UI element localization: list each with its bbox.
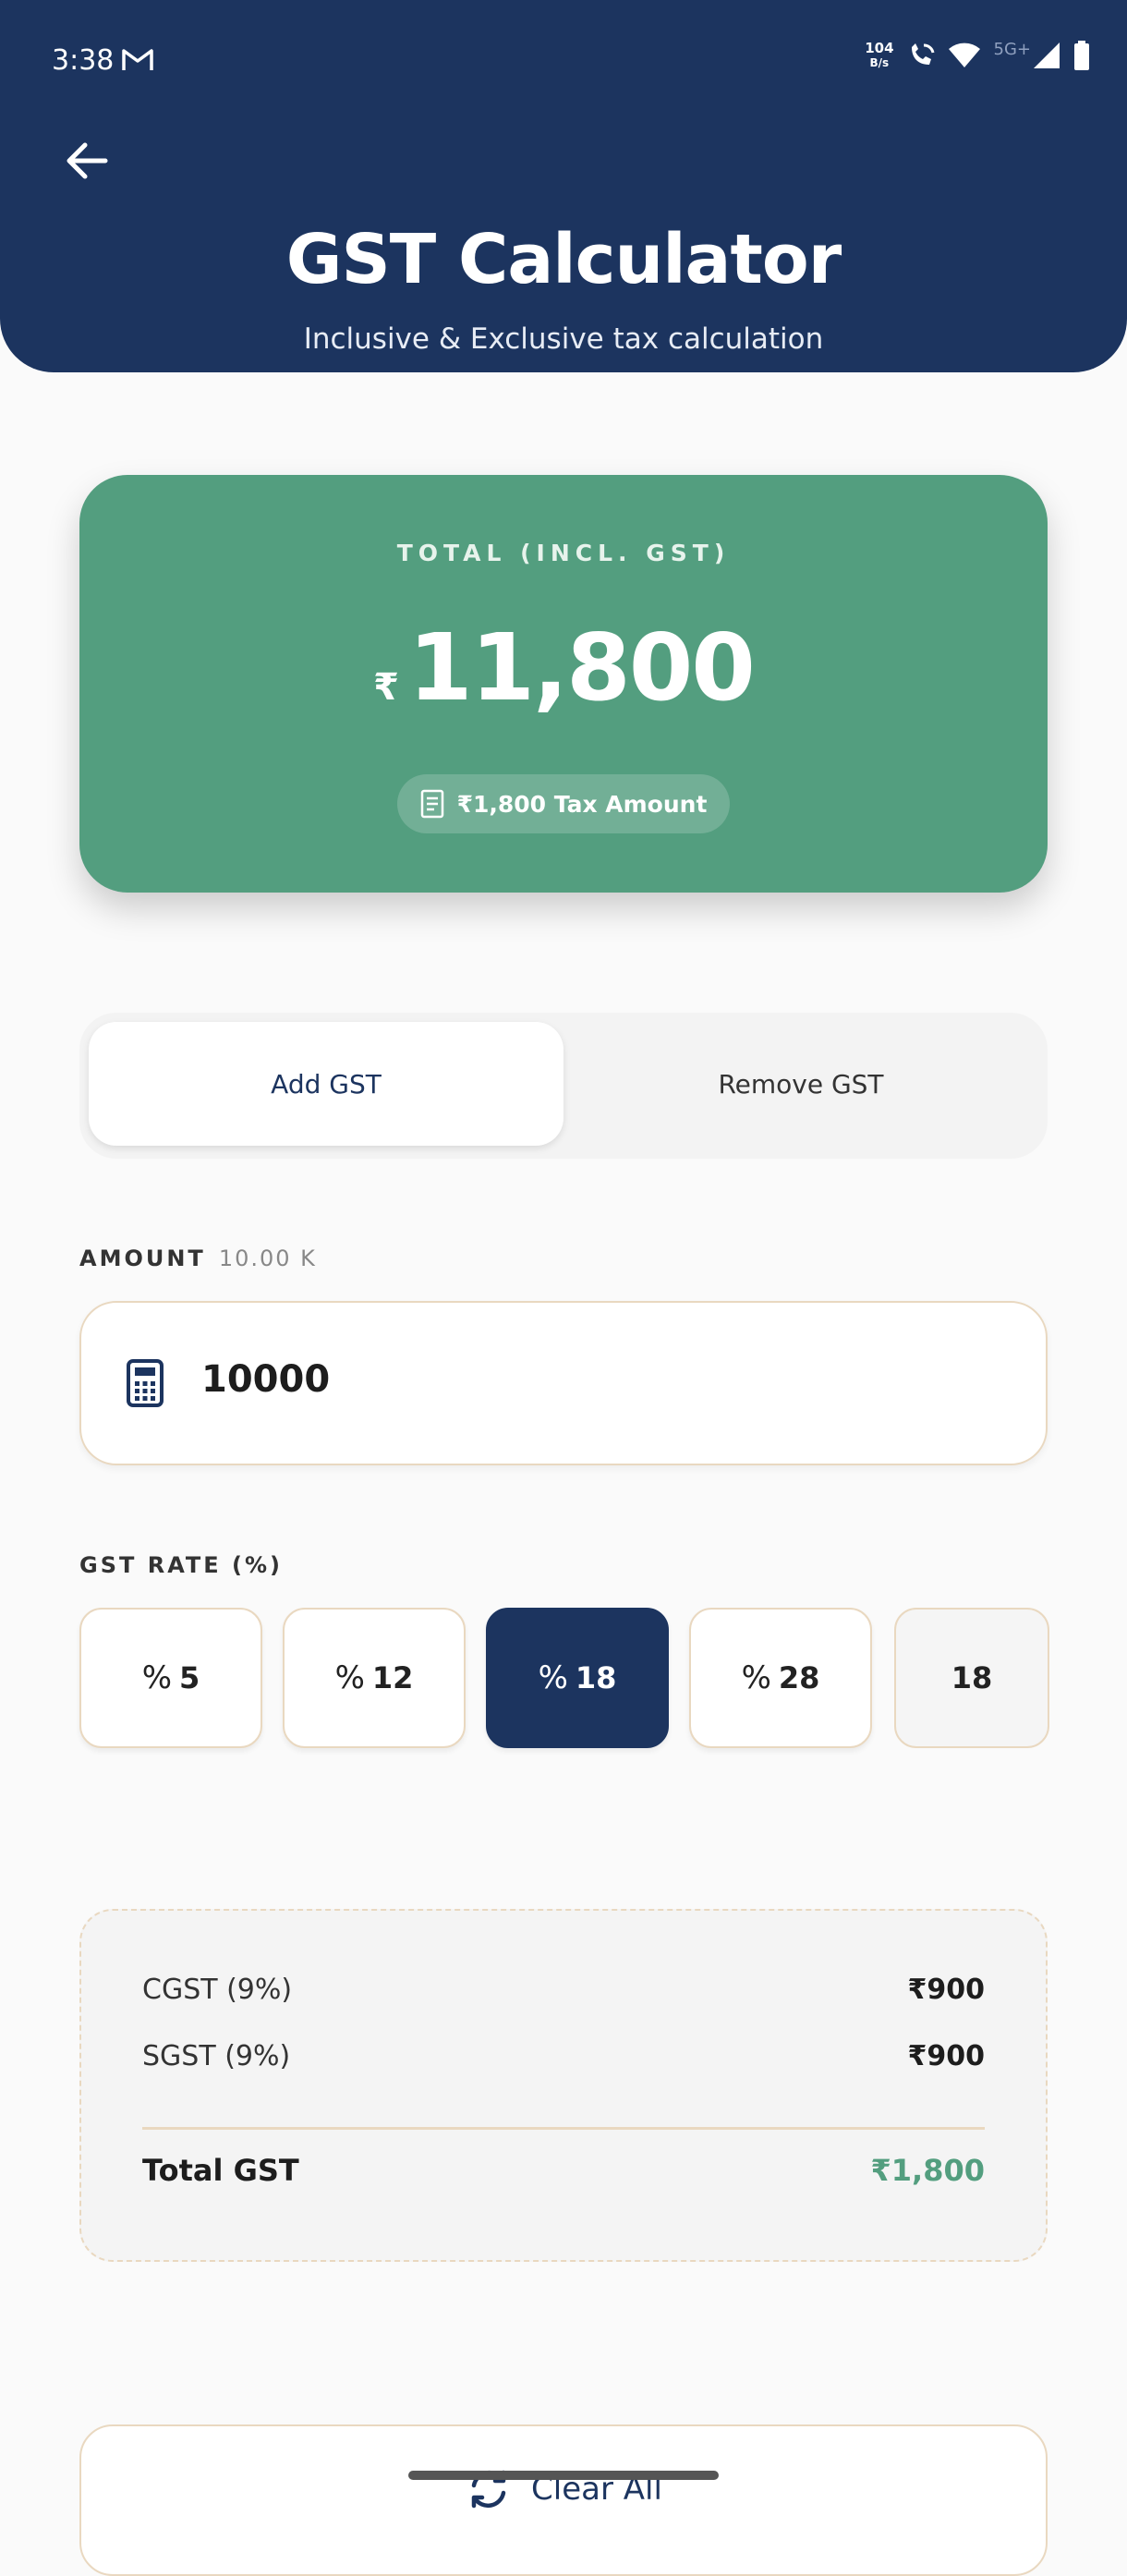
tax-amount-text: ₹1,800 Tax Amount: [456, 790, 708, 818]
total-gst-row: Total GST ₹1,800: [142, 2153, 985, 2188]
receipt-icon: [420, 789, 443, 819]
app-header: 3:38 104 B/s 5G+ GST Calculator Inclusiv…: [0, 0, 1127, 372]
sgst-label: SGST (9%): [142, 2040, 291, 2072]
gst-mode-toggle: Add GST Remove GST: [79, 1013, 1048, 1159]
gmail-icon: [122, 49, 153, 70]
percent-icon: %: [334, 1659, 365, 1696]
remove-gst-button[interactable]: Remove GST: [564, 1022, 1038, 1146]
wifi-icon: [948, 43, 980, 67]
total-value: 11,800: [407, 614, 756, 722]
custom-rate-input[interactable]: 18: [894, 1608, 1049, 1748]
home-indicator[interactable]: [408, 2471, 719, 2480]
rate-option-28[interactable]: % 28: [689, 1608, 872, 1748]
cgst-value: ₹900: [907, 1974, 986, 2006]
calculator-icon: [127, 1359, 164, 1407]
amount-input[interactable]: 10000: [79, 1301, 1048, 1465]
amount-label: AMOUNT 10.00 K: [79, 1245, 317, 1271]
rate-option-18[interactable]: % 18: [486, 1608, 669, 1748]
breakdown-divider: [142, 2127, 985, 2130]
back-arrow-icon[interactable]: [61, 135, 113, 187]
battery-icon: [1074, 41, 1089, 70]
gst-breakdown-card: CGST (9%) ₹900 SGST (9%) ₹900 Total GST …: [79, 1909, 1048, 2262]
sgst-row: SGST (9%) ₹900: [142, 2040, 985, 2072]
status-time: 3:38: [52, 44, 115, 77]
clear-all-button[interactable]: Clear All: [79, 2424, 1048, 2576]
total-summary-card: TOTAL (INCL. GST) ₹ 11,800 ₹1,800 Tax Am…: [79, 475, 1048, 893]
amount-hint: 10.00 K: [218, 1245, 317, 1271]
total-gst-value: ₹1,800: [870, 2153, 985, 2188]
sgst-value: ₹900: [907, 2040, 986, 2072]
page-subtitle: Inclusive & Exclusive tax calculation: [303, 322, 824, 356]
percent-icon: %: [538, 1659, 568, 1696]
status-icons: 104 B/s 5G+: [865, 39, 1090, 70]
currency-symbol: ₹: [373, 666, 399, 709]
rate-option-12[interactable]: % 12: [283, 1608, 466, 1748]
total-label: TOTAL (INCL. GST): [396, 540, 731, 566]
total-gst-label: Total GST: [142, 2153, 299, 2188]
percent-icon: %: [141, 1659, 173, 1696]
add-gst-button[interactable]: Add GST: [89, 1022, 564, 1146]
page-title: GST Calculator: [285, 220, 842, 299]
amount-value: 10000: [201, 1358, 331, 1401]
wifi-call-icon: [911, 43, 934, 65]
signal-icon: [1034, 43, 1060, 68]
gst-rate-label: GST RATE (%): [79, 1552, 284, 1578]
net-speed: 104 B/s: [865, 40, 894, 69]
network-type: 5G+: [993, 39, 1031, 59]
cgst-label: CGST (9%): [142, 1974, 293, 2006]
tax-amount-pill: ₹1,800 Tax Amount: [397, 774, 730, 833]
percent-icon: %: [741, 1659, 771, 1696]
cgst-row: CGST (9%) ₹900: [142, 1974, 985, 2006]
rate-option-5[interactable]: % 5: [79, 1608, 262, 1748]
total-amount: ₹ 11,800: [79, 614, 1048, 722]
